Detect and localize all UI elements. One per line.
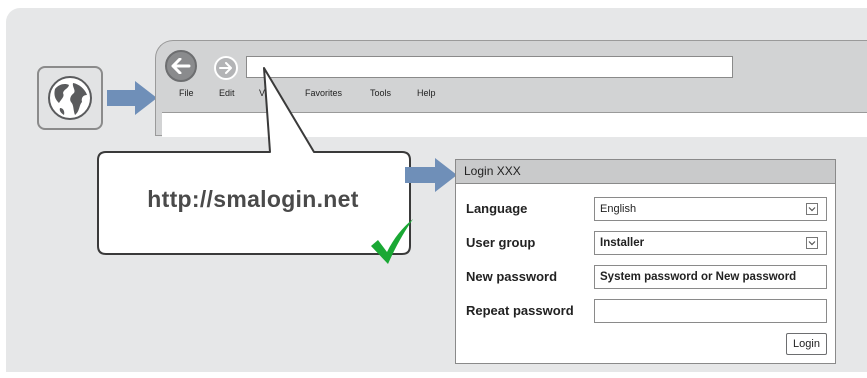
login-button[interactable]: Login xyxy=(786,333,827,355)
login-dialog: Login XXX Language English User group In… xyxy=(455,159,836,364)
language-label: Language xyxy=(466,201,528,216)
user-group-select[interactable]: Installer xyxy=(594,231,827,255)
user-group-label: User group xyxy=(466,235,536,250)
flow-arrow-to-login xyxy=(405,158,457,192)
language-value: English xyxy=(600,203,637,215)
new-password-value: System password or New password xyxy=(600,271,797,283)
chevron-down-icon xyxy=(806,203,818,215)
callout-url-text: http://smalogin.net xyxy=(147,186,359,212)
menu-item-help[interactable]: Help xyxy=(417,88,436,98)
user-group-value: Installer xyxy=(600,237,645,249)
chevron-down-icon xyxy=(806,237,818,249)
new-password-label: New password xyxy=(466,269,558,284)
globe-icon xyxy=(48,76,92,120)
language-select[interactable]: English xyxy=(594,197,827,221)
dialog-title: Login XXX xyxy=(456,160,835,184)
repeat-password-field[interactable] xyxy=(594,299,827,323)
repeat-password-label: Repeat password xyxy=(466,303,574,318)
checkmark-icon xyxy=(371,219,413,264)
new-password-field[interactable]: System password or New password xyxy=(594,265,827,289)
